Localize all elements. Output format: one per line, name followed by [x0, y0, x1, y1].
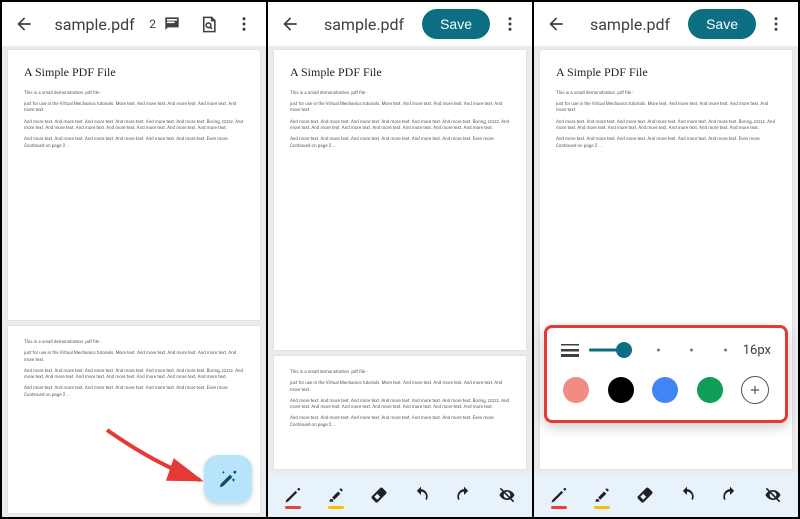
- redo-icon: [720, 485, 740, 505]
- plus-icon: [748, 383, 762, 397]
- pdf-page-1: A Simple PDF File This is a small demons…: [8, 50, 260, 320]
- file-title: sample.pdf: [44, 15, 145, 34]
- panel-viewer: sample.pdf 2 A Simple PDF File This is a…: [1, 1, 267, 518]
- redo-button[interactable]: [447, 478, 481, 512]
- undo-icon: [677, 485, 697, 505]
- pen-options-card: 16px: [544, 325, 788, 423]
- pen-color-indicator: [551, 506, 567, 509]
- document-area[interactable]: A Simple PDF File This is a small demons…: [2, 46, 266, 517]
- more-menu-button[interactable]: [228, 8, 260, 40]
- comment-count: 2: [149, 17, 156, 31]
- comments-button[interactable]: [156, 8, 188, 40]
- highlighter-icon: [592, 485, 612, 505]
- panel-annotate-options: sample.pdf Save A Simple PDF File This i…: [533, 1, 799, 518]
- thickness-slider[interactable]: [589, 342, 727, 358]
- color-swatch-green[interactable]: [697, 377, 723, 403]
- highlighter-color-indicator: [328, 506, 344, 509]
- pen-color-indicator: [285, 506, 301, 509]
- pen-tool[interactable]: [542, 478, 576, 512]
- annotation-toolbar: [268, 473, 532, 517]
- save-button[interactable]: Save: [422, 9, 490, 39]
- pen-icon: [549, 485, 569, 505]
- more-menu-button[interactable]: [494, 8, 526, 40]
- file-title: sample.pdf: [310, 15, 418, 34]
- doc-title: A Simple PDF File: [24, 64, 244, 81]
- back-button[interactable]: [274, 8, 306, 40]
- color-palette: [561, 376, 771, 404]
- back-button[interactable]: [540, 8, 572, 40]
- color-swatch-black[interactable]: [608, 377, 634, 403]
- doc-title: A Simple PDF File: [290, 64, 510, 81]
- highlighter-tool[interactable]: [319, 478, 353, 512]
- back-button[interactable]: [8, 8, 40, 40]
- color-swatch-blue[interactable]: [652, 377, 678, 403]
- document-area[interactable]: A Simple PDF File This is a small demons…: [534, 46, 798, 473]
- topbar: sample.pdf 2: [2, 2, 266, 46]
- pdf-page-1: A Simple PDF File This is a small demons…: [274, 50, 526, 350]
- eye-off-icon: [763, 485, 783, 505]
- document-area[interactable]: A Simple PDF File This is a small demons…: [268, 46, 532, 473]
- eraser-tool[interactable]: [628, 478, 662, 512]
- redo-icon: [454, 485, 474, 505]
- file-title: sample.pdf: [576, 15, 684, 34]
- topbar: sample.pdf Save: [268, 2, 532, 46]
- eye-off-icon: [497, 485, 517, 505]
- thickness-value: 16px: [737, 343, 771, 358]
- annotate-fab[interactable]: [204, 455, 252, 503]
- eraser-icon: [635, 485, 655, 505]
- highlighter-icon: [326, 485, 346, 505]
- eraser-icon: [369, 485, 389, 505]
- hide-annotations-button[interactable]: [756, 478, 790, 512]
- panel-annotate: sample.pdf Save A Simple PDF File This i…: [267, 1, 533, 518]
- slider-thumb[interactable]: [616, 342, 632, 358]
- undo-button[interactable]: [670, 478, 704, 512]
- add-color-button[interactable]: [741, 376, 769, 404]
- redo-button[interactable]: [713, 478, 747, 512]
- hide-annotations-button[interactable]: [490, 478, 524, 512]
- annotation-toolbar: [534, 473, 798, 517]
- magic-edit-icon: [217, 468, 239, 490]
- pen-icon: [283, 485, 303, 505]
- thickness-icon: [561, 343, 579, 357]
- undo-icon: [411, 485, 431, 505]
- undo-button[interactable]: [404, 478, 438, 512]
- highlighter-tool[interactable]: [585, 478, 619, 512]
- color-swatch-red[interactable]: [563, 377, 589, 403]
- eraser-tool[interactable]: [362, 478, 396, 512]
- highlighter-color-indicator: [594, 506, 610, 509]
- pen-tool[interactable]: [276, 478, 310, 512]
- more-menu-button[interactable]: [760, 8, 792, 40]
- topbar: sample.pdf Save: [534, 2, 798, 46]
- doc-title: A Simple PDF File: [556, 64, 776, 81]
- pdf-page-2: This is a small demonstration .pdf file …: [274, 356, 526, 469]
- save-button[interactable]: Save: [688, 9, 756, 39]
- find-in-file-button[interactable]: [192, 8, 224, 40]
